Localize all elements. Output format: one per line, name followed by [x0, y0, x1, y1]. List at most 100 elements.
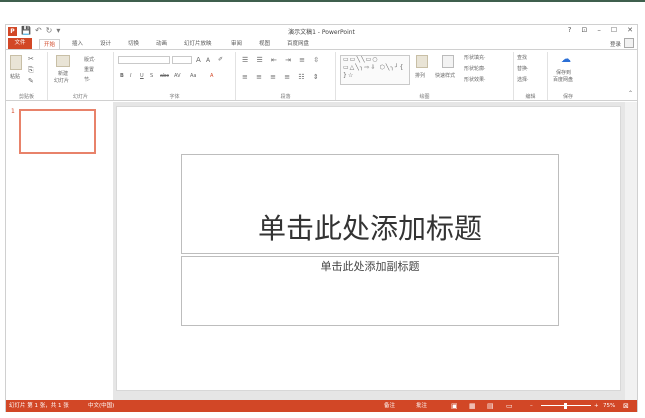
- format-painter-icon[interactable]: ✎: [28, 77, 34, 85]
- find-button[interactable]: 查找: [517, 54, 527, 61]
- clear-format-icon[interactable]: ✐: [218, 56, 223, 63]
- shape-effects-button[interactable]: 形状效果·: [464, 76, 486, 83]
- tab-file[interactable]: 文件: [8, 38, 32, 49]
- layout-button[interactable]: 版式·: [84, 56, 96, 63]
- comments-button[interactable]: 批注: [416, 402, 427, 410]
- login-link[interactable]: 登录: [610, 40, 621, 48]
- paste-button[interactable]: 粘贴: [10, 73, 20, 80]
- bold-button[interactable]: B: [120, 73, 124, 79]
- grow-font-icon[interactable]: A: [196, 56, 201, 64]
- zoom-level[interactable]: 75%: [603, 402, 615, 410]
- thumbnail-number: 1: [11, 108, 15, 115]
- subtitle-placeholder-text: 单击此处添加副标题: [320, 260, 420, 273]
- ribbon: 粘贴 ✂ ⎘ ✎ 剪贴板 新建 幻灯片 版式· 重置 节· 幻灯片 A A ✐ …: [6, 49, 637, 101]
- slide-canvas-area: 单击此处添加标题 单击此处添加副标题: [113, 102, 637, 400]
- underline-button[interactable]: U: [140, 73, 144, 79]
- group-label-drawing: 绘图: [419, 94, 430, 100]
- powerpoint-window: P 💾 ↶ ↻ ▾ 演示文稿1 - PowerPoint ? ⊡ – ☐ ✕ 文…: [5, 24, 638, 412]
- slide-thumbnail-pane: 1: [6, 102, 111, 400]
- group-save: ☁ 保存到 百度网盘 保存: [548, 52, 588, 100]
- reading-view-icon[interactable]: ▤: [487, 402, 494, 410]
- group-clipboard: 粘贴 ✂ ⎘ ✎ 剪贴板: [6, 52, 48, 100]
- char-spacing-button[interactable]: AV: [174, 73, 181, 79]
- shrink-font-icon[interactable]: A: [206, 57, 210, 64]
- arrange-button[interactable]: 排列: [415, 72, 425, 79]
- tab-transitions[interactable]: 切换: [128, 39, 139, 49]
- font-color-button[interactable]: A: [210, 73, 213, 79]
- quick-styles-icon[interactable]: [442, 55, 454, 68]
- replace-button[interactable]: 替换·: [517, 65, 529, 72]
- tab-insert[interactable]: 插入: [72, 39, 83, 49]
- cut-icon[interactable]: ✂: [28, 55, 34, 63]
- baidu-netdisk-button[interactable]: 百度网盘: [553, 76, 573, 83]
- ribbon-tabs: 文件 开始 插入 设计 切换 动画 幻灯片放映 审阅 视图 百度网盘 登录: [6, 38, 637, 49]
- collapse-ribbon-icon[interactable]: ⌃: [628, 90, 633, 97]
- list-buttons[interactable]: ☰ ☰ ⇤ ⇥ ≡ ⇳: [242, 56, 322, 64]
- slide-count-status: 幻灯片 第 1 张，共 1 张: [9, 403, 69, 409]
- zoom-in-icon[interactable]: +: [594, 402, 599, 410]
- window-controls: ? ⊡ – ☐ ✕: [568, 26, 633, 34]
- italic-button[interactable]: I: [130, 73, 131, 79]
- slide-sorter-icon[interactable]: ▦: [469, 402, 476, 410]
- shape-outline-button[interactable]: 形状轮廓·: [464, 65, 486, 72]
- notes-button[interactable]: 备注: [384, 402, 395, 410]
- maximize-icon[interactable]: ☐: [611, 26, 617, 34]
- change-case-button[interactable]: Aa: [190, 73, 196, 79]
- group-label-paragraph: 段落: [280, 94, 291, 100]
- quick-styles-button[interactable]: 快速样式: [435, 72, 455, 79]
- shadow-button[interactable]: S: [150, 73, 153, 79]
- vertical-scrollbar[interactable]: [625, 102, 637, 400]
- title-placeholder-text: 单击此处添加标题: [257, 212, 482, 245]
- slide[interactable]: 单击此处添加标题 单击此处添加副标题: [116, 106, 621, 391]
- new-slide-button[interactable]: 新建: [58, 70, 68, 77]
- avatar[interactable]: [624, 38, 634, 48]
- paste-icon[interactable]: [10, 55, 22, 70]
- group-drawing: ▭▭╲╲▭○ ▭△╲╮⇨⇩ ⬡╲╮╯{ }☆ 排列 快速样式 形状填充· 形状轮…: [336, 52, 514, 100]
- tab-view[interactable]: 视图: [259, 39, 270, 49]
- copy-icon[interactable]: ⎘: [28, 66, 34, 75]
- group-label-save: 保存: [562, 94, 573, 100]
- new-slide-icon[interactable]: [56, 55, 70, 67]
- title-bar: P 💾 ↶ ↻ ▾ 演示文稿1 - PowerPoint ? ⊡ – ☐ ✕: [6, 25, 637, 38]
- reset-button[interactable]: 重置: [84, 66, 94, 73]
- select-button[interactable]: 选择·: [517, 76, 529, 83]
- font-name-combo[interactable]: [118, 56, 170, 64]
- close-icon[interactable]: ✕: [627, 26, 633, 34]
- alignment-buttons[interactable]: ≡ ≡ ≡ ≡ ☷ ⇕: [242, 73, 322, 81]
- baidu-cloud-icon[interactable]: ☁: [561, 54, 571, 65]
- tab-baidu-netdisk[interactable]: 百度网盘: [287, 39, 309, 49]
- window-title: 演示文稿1 - PowerPoint: [288, 29, 355, 36]
- group-label-slides: 幻灯片: [72, 94, 88, 100]
- tab-animations[interactable]: 动画: [156, 39, 167, 49]
- save-to-button[interactable]: 保存到: [556, 69, 571, 76]
- tab-design[interactable]: 设计: [100, 39, 111, 49]
- shapes-gallery[interactable]: ▭▭╲╲▭○ ▭△╲╮⇨⇩ ⬡╲╮╯{ }☆: [340, 55, 410, 85]
- font-size-combo[interactable]: [172, 56, 192, 64]
- arrange-icon[interactable]: [416, 55, 428, 68]
- tab-slideshow[interactable]: 幻灯片放映: [184, 39, 212, 49]
- shape-fill-button[interactable]: 形状填充·: [464, 54, 486, 61]
- top-accent-line: [0, 0, 645, 2]
- group-paragraph: ☰ ☰ ⇤ ⇥ ≡ ⇳ ≡ ≡ ≡ ≡ ☷ ⇕ 段落: [236, 52, 336, 100]
- group-label-font: 字体: [169, 94, 180, 100]
- strikethrough-button[interactable]: abc: [160, 73, 169, 79]
- new-slide-button-line2[interactable]: 幻灯片: [54, 77, 69, 84]
- status-bar: 幻灯片 第 1 张，共 1 张 中文(中国) 备注 批注 ▣ ▦ ▤ ▭ – +…: [6, 400, 637, 412]
- subtitle-placeholder[interactable]: 单击此处添加副标题: [181, 256, 559, 326]
- group-slides: 新建 幻灯片 版式· 重置 节· 幻灯片: [48, 52, 114, 100]
- normal-view-icon[interactable]: ▣: [451, 402, 458, 410]
- slide-thumbnail[interactable]: [19, 109, 96, 154]
- section-button[interactable]: 节·: [84, 76, 91, 83]
- zoom-out-icon[interactable]: –: [530, 402, 533, 410]
- group-editing: 查找 替换· 选择· 编辑: [514, 52, 548, 100]
- slideshow-icon[interactable]: ▭: [506, 402, 513, 410]
- minimize-icon[interactable]: –: [597, 26, 601, 34]
- title-placeholder[interactable]: 单击此处添加标题: [181, 154, 559, 254]
- zoom-slider-thumb[interactable]: [564, 403, 567, 409]
- language-status[interactable]: 中文(中国): [88, 402, 114, 410]
- fit-to-window-icon[interactable]: ⊠: [623, 402, 629, 410]
- tab-home[interactable]: 开始: [39, 39, 61, 49]
- help-icon[interactable]: ?: [568, 26, 572, 34]
- ribbon-display-icon[interactable]: ⊡: [581, 26, 587, 34]
- tab-review[interactable]: 审阅: [231, 39, 242, 49]
